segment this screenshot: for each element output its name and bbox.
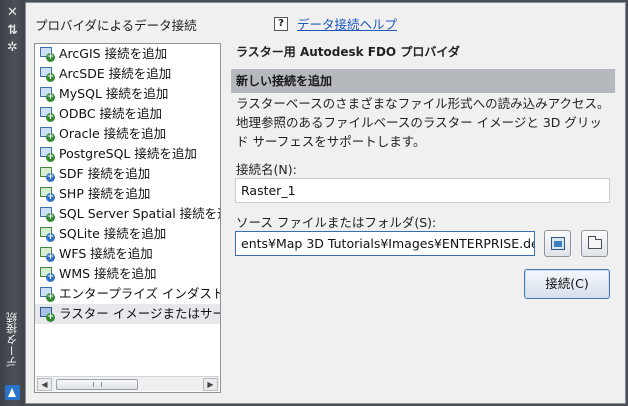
scroll-right-icon[interactable]: ▶ xyxy=(203,378,218,391)
provider-item-label: WFS 接続を追加 xyxy=(59,246,153,261)
providers-header: プロバイダによるデータ接続 xyxy=(35,18,197,33)
source-label: ソース ファイルまたはフォルダ(S): xyxy=(236,215,437,230)
provider-item-label: エンタープライズ インダスト xyxy=(59,286,221,301)
file-add-icon: + xyxy=(40,187,55,202)
horizontal-scrollbar[interactable]: ◀ ▶ xyxy=(36,376,219,391)
palette-title: データ接続 xyxy=(5,312,19,368)
provider-item[interactable]: + ArcGIS 接続を追加 xyxy=(35,44,220,64)
provider-description: ラスターベースのさまざまなファイル形式への読み込みアクセス。地理参照のあるファイ… xyxy=(236,96,610,149)
provider-item[interactable]: + MySQL 接続を追加 xyxy=(35,84,220,104)
raster-add-icon: + xyxy=(40,307,55,322)
image-file-icon xyxy=(551,237,565,250)
database-add-icon: + xyxy=(40,87,55,102)
help-link[interactable]: データ接続ヘルプ xyxy=(297,14,397,33)
provider-item-label: ArcGIS 接続を追加 xyxy=(59,46,168,61)
close-icon[interactable]: ✕ xyxy=(5,6,20,20)
file-add-icon: + xyxy=(40,227,55,242)
provider-item-label: PostgreSQL 接続を追加 xyxy=(59,146,197,161)
help-icon[interactable]: ? xyxy=(274,16,288,31)
provider-item[interactable]: + PostgreSQL 接続を追加 xyxy=(35,144,220,164)
provider-item-label: ArcSDE 接続を追加 xyxy=(59,66,172,81)
properties-icon[interactable]: ✲ xyxy=(5,41,20,55)
provider-item-label: SQLite 接続を追加 xyxy=(59,226,167,241)
provider-item[interactable]: + エンタープライズ インダスト xyxy=(35,284,220,304)
database-add-icon: + xyxy=(40,147,55,162)
database-add-icon: + xyxy=(40,67,55,82)
palette-title-bar: ✕ ⇅ ✲ データ接続 xyxy=(0,0,25,406)
provider-title: ラスター用 Autodesk FDO プロバイダ xyxy=(236,45,460,59)
provider-item-label: SDF 接続を追加 xyxy=(59,166,151,181)
provider-item-label: WMS 接続を追加 xyxy=(59,266,157,281)
database-add-icon: + xyxy=(40,287,55,302)
scroll-left-icon[interactable]: ◀ xyxy=(37,378,52,391)
browse-folder-button[interactable] xyxy=(581,230,608,257)
help-area: ? データ接続ヘルプ xyxy=(274,14,397,33)
database-add-icon: + xyxy=(40,207,55,222)
provider-item-label: ODBC 接続を追加 xyxy=(59,106,163,121)
folder-icon xyxy=(588,236,602,249)
provider-item[interactable]: + SQL Server Spatial 接続を追 xyxy=(35,204,220,224)
connect-button[interactable]: 接続(C) xyxy=(524,269,610,299)
browse-file-button[interactable] xyxy=(544,230,571,257)
provider-item[interactable]: + ODBC 接続を追加 xyxy=(35,104,220,124)
provider-item[interactable]: + SDF 接続を追加 xyxy=(35,164,220,184)
scroll-thumb[interactable] xyxy=(56,379,138,390)
provider-item[interactable]: + WMS 接続を追加 xyxy=(35,264,220,284)
provider-item[interactable]: + ラスター イメージまたはサー xyxy=(35,304,220,324)
provider-item-label: SQL Server Spatial 接続を追 xyxy=(59,206,221,221)
database-add-icon: + xyxy=(40,107,55,122)
autohide-icon[interactable]: ⇅ xyxy=(5,24,20,38)
connection-name-input[interactable]: Raster_1 xyxy=(235,178,610,203)
provider-item[interactable]: + ArcSDE 接続を追加 xyxy=(35,64,220,84)
provider-item[interactable]: + SQLite 接続を追加 xyxy=(35,224,220,244)
section-header: 新しい接続を追加 xyxy=(231,69,615,93)
provider-item-label: ラスター イメージまたはサー xyxy=(59,306,221,321)
provider-item-label: Oracle 接続を追加 xyxy=(59,126,167,141)
provider-item-label: SHP 接続を追加 xyxy=(59,186,151,201)
data-connect-panel: プロバイダによるデータ接続 ? データ接続ヘルプ + ArcGIS 接続を追加 + A… xyxy=(25,2,626,404)
autodesk-logo-icon xyxy=(5,385,20,400)
connection-name-label: 接続名(N): xyxy=(236,162,297,177)
provider-item-label: MySQL 接続を追加 xyxy=(59,86,169,101)
provider-item[interactable]: + SHP 接続を追加 xyxy=(35,184,220,204)
file-add-icon: + xyxy=(40,167,55,182)
web-service-icon: + xyxy=(40,267,55,282)
provider-item[interactable]: + WFS 接続を追加 xyxy=(35,244,220,264)
provider-item[interactable]: + Oracle 接続を追加 xyxy=(35,124,220,144)
database-add-icon: + xyxy=(40,47,55,62)
source-path-input[interactable]: ents¥Map 3D Tutorials¥Images¥ENTERPRISE.… xyxy=(235,231,535,256)
database-add-icon: + xyxy=(40,127,55,142)
provider-list[interactable]: + ArcGIS 接続を追加 + ArcSDE 接続を追加 + MySQL 接続を追加 + O… xyxy=(34,43,221,393)
web-service-icon: + xyxy=(40,247,55,262)
